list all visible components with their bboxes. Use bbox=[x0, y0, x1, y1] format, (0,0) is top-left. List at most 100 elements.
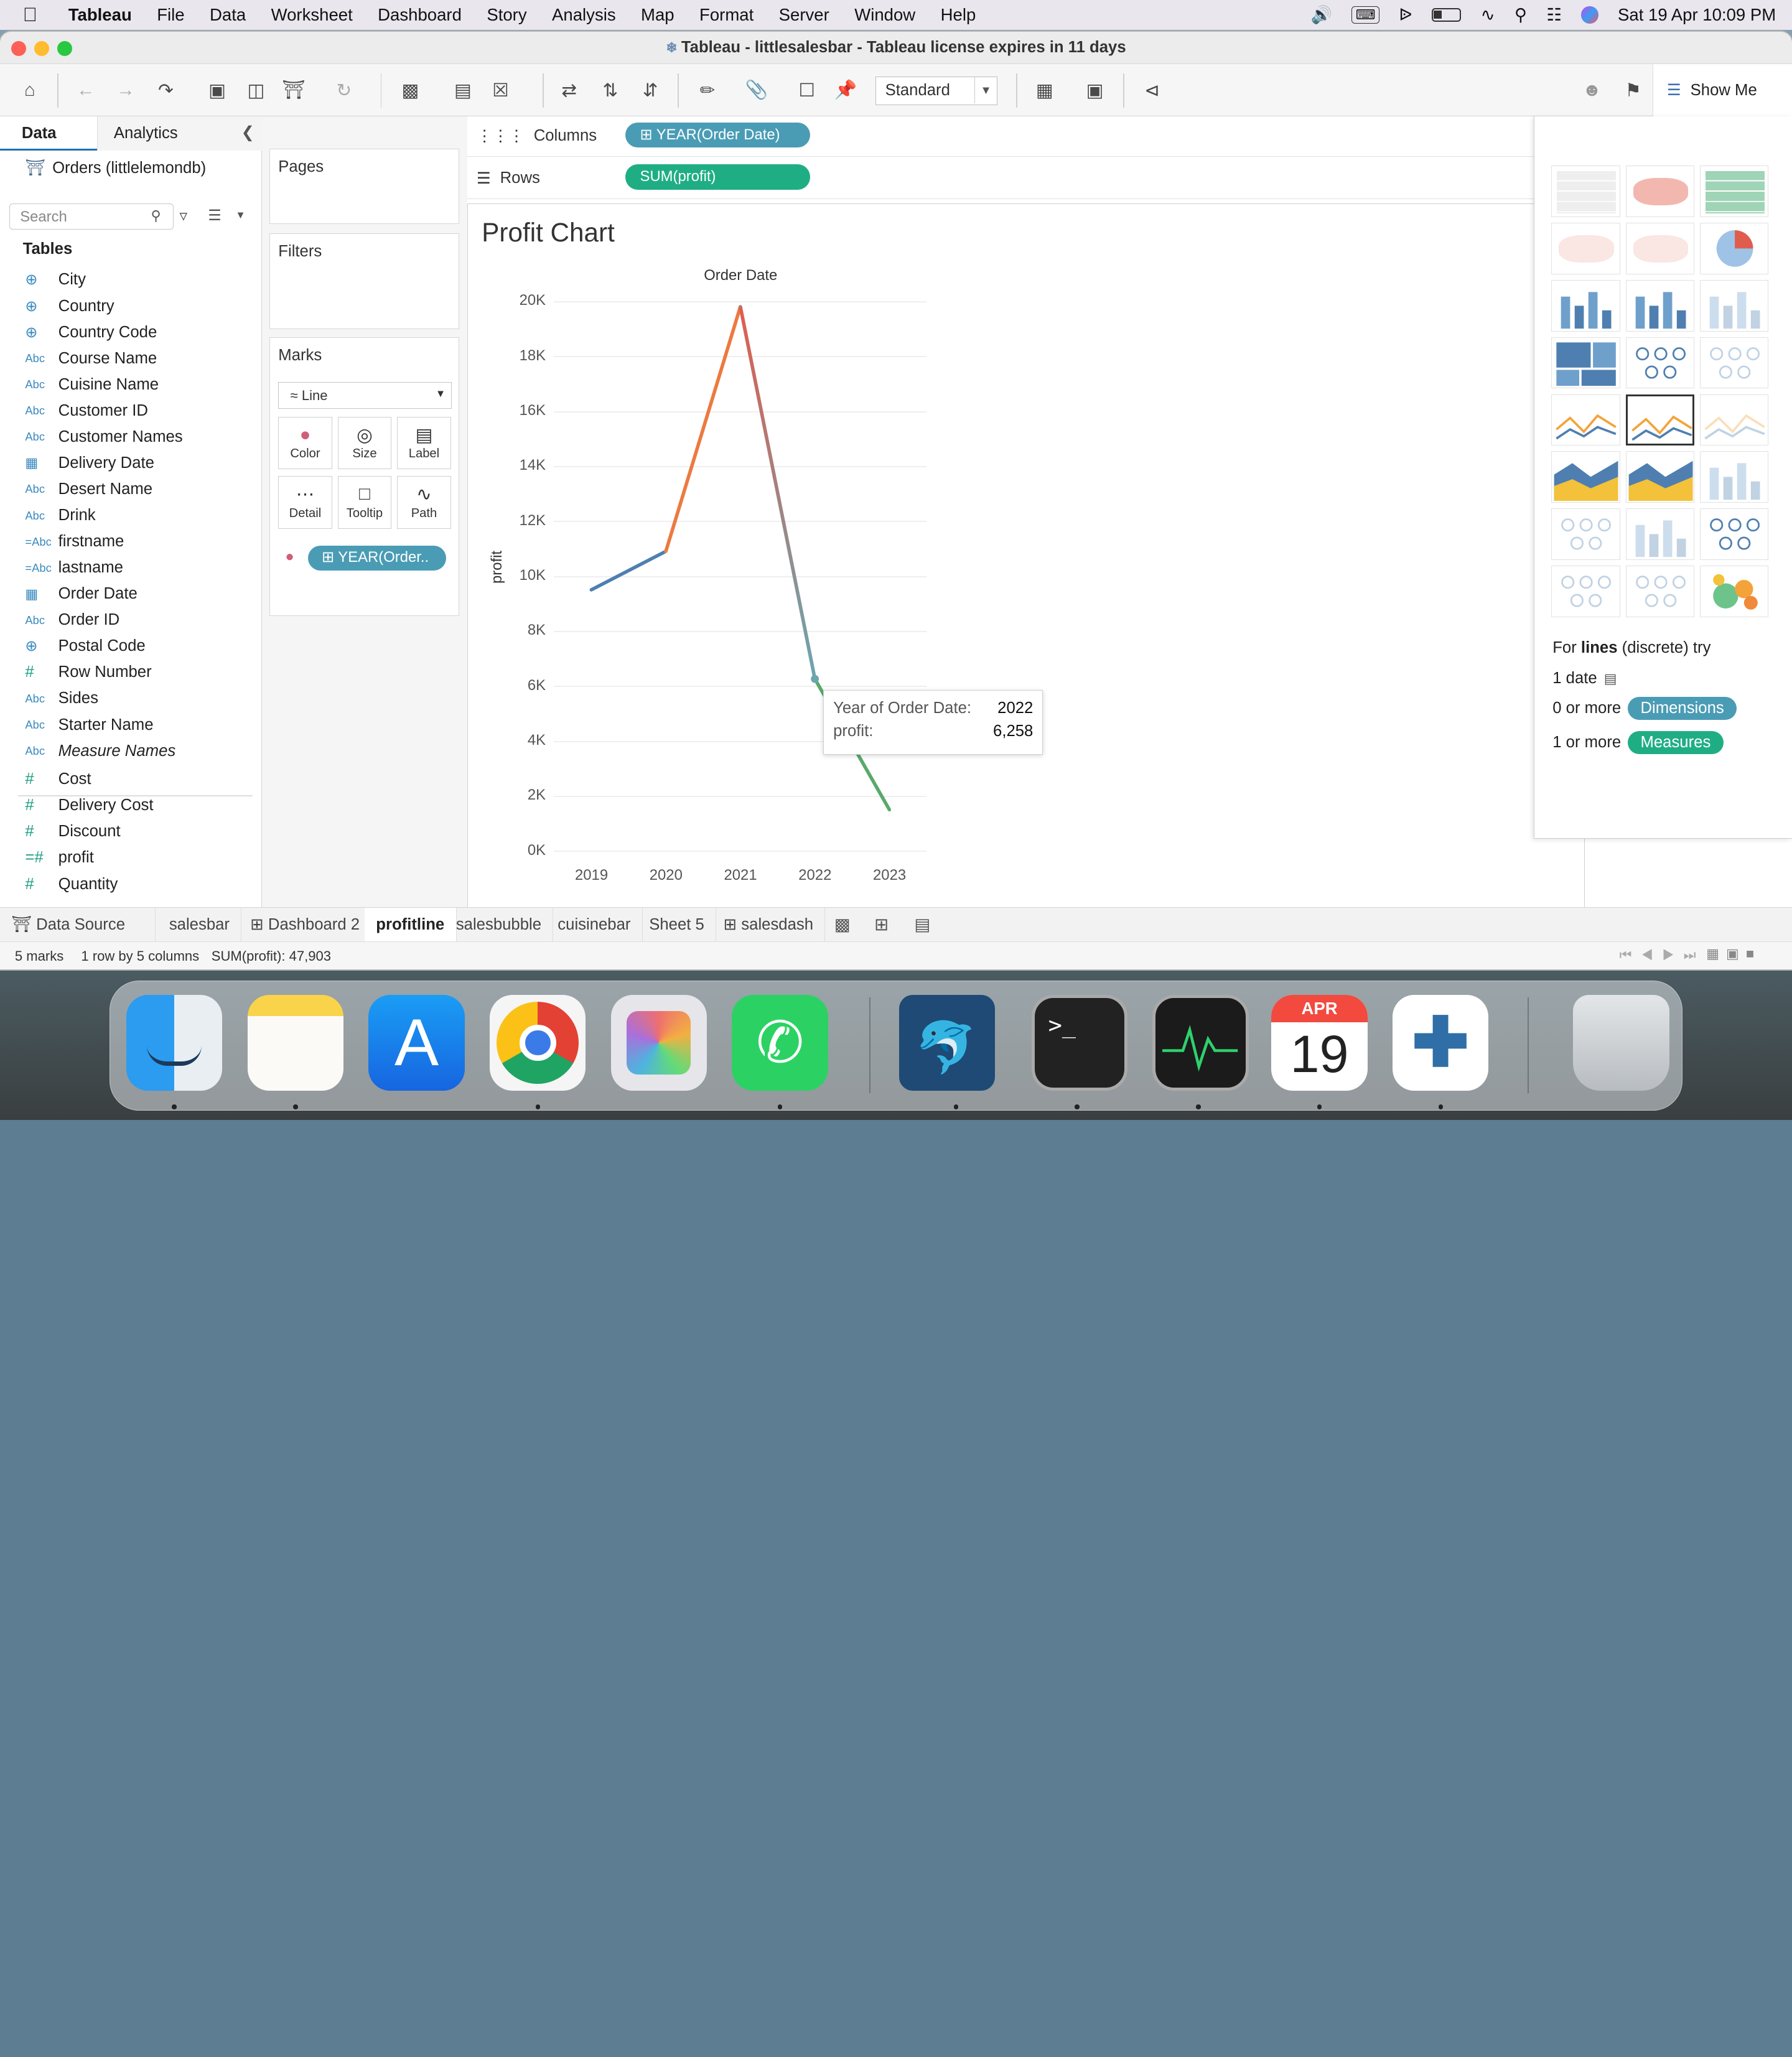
pages-card[interactable]: Pages bbox=[269, 149, 459, 224]
wifi-icon[interactable]: ∿ bbox=[1481, 5, 1495, 25]
save-icon[interactable]: ▣ bbox=[201, 74, 233, 106]
activity-monitor-icon[interactable] bbox=[1152, 995, 1248, 1091]
show-me-circle-views-icon[interactable] bbox=[1626, 337, 1694, 389]
color-button[interactable]: ●Color bbox=[278, 417, 332, 469]
finder-icon[interactable] bbox=[126, 995, 222, 1091]
whatsapp-icon[interactable]: ✆ bbox=[732, 995, 828, 1091]
field-item[interactable]: =Abcfirstname bbox=[25, 529, 124, 554]
field-item[interactable]: ▦Delivery Date bbox=[25, 450, 154, 475]
size-button[interactable]: ◎Size bbox=[338, 417, 391, 469]
format-painter-icon[interactable]: ⚑ bbox=[1617, 74, 1649, 106]
field-item[interactable]: AbcOrder ID bbox=[25, 608, 119, 633]
clear-sheet-icon[interactable]: ☒ bbox=[485, 74, 516, 106]
home-icon[interactable]: ⌂ bbox=[14, 74, 45, 106]
field-item[interactable]: AbcMeasure Names bbox=[25, 739, 175, 763]
highlight-icon[interactable]: ✏ bbox=[691, 74, 723, 106]
show-cards-icon[interactable]: ▦ bbox=[1029, 74, 1060, 106]
menu-app-name[interactable]: Tableau bbox=[56, 5, 144, 25]
filters-card[interactable]: Filters bbox=[269, 233, 459, 329]
field-item[interactable]: AbcCustomer ID bbox=[25, 398, 148, 423]
show-mark-labels-icon[interactable]: ☐ bbox=[791, 74, 823, 106]
spotlight-search-icon[interactable]: ⚲ bbox=[1514, 5, 1527, 25]
redo-icon[interactable]: ↷ bbox=[150, 74, 182, 106]
menu-dashboard[interactable]: Dashboard bbox=[365, 5, 474, 25]
sort-descending-icon[interactable]: ⇵ bbox=[634, 74, 666, 106]
menu-data[interactable]: Data bbox=[197, 5, 259, 25]
show-me-box-whisker-icon[interactable] bbox=[1700, 508, 1768, 560]
field-item[interactable]: ⊕Postal Code bbox=[25, 634, 145, 659]
show-me-side-by-side-circles-icon[interactable] bbox=[1700, 337, 1768, 389]
sheet-tab-dashboard-2[interactable]: ⊞ Dashboard 2 bbox=[239, 908, 372, 942]
field-item[interactable]: AbcDesert Name bbox=[25, 477, 152, 501]
show-me-bullet-graph-icon[interactable] bbox=[1626, 566, 1694, 617]
new-data-source-icon[interactable]: ◫ bbox=[240, 74, 272, 106]
show-me-gantt-icon[interactable] bbox=[1551, 566, 1620, 617]
tab-data[interactable]: Data bbox=[0, 116, 97, 151]
new-worksheet-icon[interactable]: ▩ bbox=[394, 74, 426, 106]
columns-shelf[interactable]: ⋮⋮⋮Columns ⊞ YEAR(Order Date) bbox=[467, 116, 1585, 156]
app-store-icon[interactable]: A bbox=[368, 995, 464, 1091]
show-me-text-table-icon[interactable] bbox=[1551, 166, 1620, 217]
tab-navigation-icon[interactable]: ⏮◀▶⏭ bbox=[1620, 947, 1706, 963]
siri-icon[interactable] bbox=[1581, 6, 1598, 24]
new-dashboard-icon[interactable]: ⊞ bbox=[874, 915, 889, 935]
show-me-scatter-plot-icon[interactable] bbox=[1551, 508, 1620, 560]
line-segment[interactable] bbox=[592, 551, 666, 590]
sheet-tab-salesbar[interactable]: salesbar bbox=[157, 908, 241, 942]
detail-button[interactable]: ⋯Detail bbox=[278, 476, 332, 528]
share-icon[interactable]: ⊲ bbox=[1136, 74, 1168, 106]
field-item[interactable]: #Cost bbox=[25, 767, 91, 792]
pin-axes-icon[interactable]: 📌 bbox=[829, 74, 861, 106]
data-point[interactable] bbox=[811, 675, 819, 683]
field-item[interactable]: =Abclastname bbox=[25, 555, 123, 580]
bluetooth-icon[interactable]: ᐉ bbox=[1399, 5, 1412, 25]
presentation-mode-icon[interactable]: ▣ bbox=[1079, 74, 1111, 106]
data-source-tab[interactable]: ⛩ Data Source bbox=[0, 908, 156, 942]
show-me-button[interactable]: ☰Show Me bbox=[1653, 64, 1792, 116]
keyboard-input-icon[interactable]: ⌨ bbox=[1351, 6, 1379, 24]
battery-icon[interactable] bbox=[1432, 8, 1462, 22]
sort-ascending-icon[interactable]: ⇅ bbox=[594, 74, 626, 106]
trash-icon[interactable] bbox=[1573, 995, 1669, 1091]
show-me-area-continuous-icon[interactable] bbox=[1551, 451, 1620, 503]
menu-analysis[interactable]: Analysis bbox=[539, 5, 628, 25]
mark-type-select[interactable]: ≈ Line▼ bbox=[278, 382, 452, 408]
forward-icon[interactable]: → bbox=[110, 74, 141, 106]
show-me-dual-combination-icon[interactable] bbox=[1700, 451, 1768, 503]
show-me-treemap-icon[interactable] bbox=[1551, 337, 1620, 389]
view-mode-icon[interactable]: ▦▣■ bbox=[1706, 946, 1761, 962]
menu-worksheet[interactable]: Worksheet bbox=[258, 5, 365, 25]
show-me-side-by-side-bars-icon[interactable] bbox=[1700, 280, 1768, 332]
field-item[interactable]: AbcSides bbox=[25, 686, 98, 711]
show-me-horizontal-bars-icon[interactable] bbox=[1551, 280, 1620, 332]
field-item[interactable]: AbcCuisine Name bbox=[25, 372, 159, 397]
sheet-tab-sheet-5[interactable]: Sheet 5 bbox=[638, 908, 716, 942]
show-me-highlight-table-icon[interactable] bbox=[1700, 166, 1768, 217]
field-item[interactable]: #Quantity bbox=[25, 872, 118, 897]
menu-map[interactable]: Map bbox=[628, 5, 687, 25]
calendar-icon[interactable]: APR19 bbox=[1271, 995, 1367, 1091]
filter-icon[interactable]: ▿ bbox=[179, 207, 187, 225]
menu-story[interactable]: Story bbox=[474, 5, 539, 25]
rows-shelf[interactable]: ☰Rows SUM(profit) bbox=[467, 159, 1585, 198]
tableau-app-icon[interactable]: ✚ bbox=[1393, 995, 1488, 1091]
field-item[interactable]: ⊕Country bbox=[25, 294, 114, 319]
sheet-tab-salesbubble[interactable]: salesbubble bbox=[444, 908, 553, 942]
sheet-tab-salesdash[interactable]: ⊞ salesdash bbox=[712, 908, 825, 942]
new-worksheet-icon[interactable]: ▩ bbox=[834, 915, 851, 935]
columns-year-pill[interactable]: ⊞ YEAR(Order Date) bbox=[625, 123, 811, 147]
show-me-packed-bubbles-icon[interactable] bbox=[1700, 566, 1768, 617]
field-item[interactable]: ▦Order Date bbox=[25, 581, 137, 606]
show-me-discrete-lines-icon[interactable] bbox=[1626, 394, 1694, 446]
view-list-icon[interactable]: ☰ bbox=[208, 207, 221, 225]
show-me-dual-lines-icon[interactable] bbox=[1700, 394, 1768, 446]
sheet-tab-profitline[interactable]: profitline bbox=[365, 908, 457, 942]
collapse-pane-icon[interactable]: ❮ bbox=[241, 123, 255, 142]
show-me-histogram-icon[interactable] bbox=[1626, 508, 1694, 560]
menu-clock[interactable]: Sat 19 Apr 10:09 PM bbox=[1618, 5, 1776, 25]
label-button[interactable]: ▤Label bbox=[397, 417, 450, 469]
chevron-down-icon[interactable]: ▼ bbox=[235, 209, 245, 222]
swap-axes-icon[interactable]: ⇄ bbox=[553, 74, 585, 106]
color-year-pill[interactable]: ⊞ YEAR(Order.. bbox=[308, 546, 446, 571]
duplicate-sheet-icon[interactable]: ▤ bbox=[447, 74, 478, 106]
